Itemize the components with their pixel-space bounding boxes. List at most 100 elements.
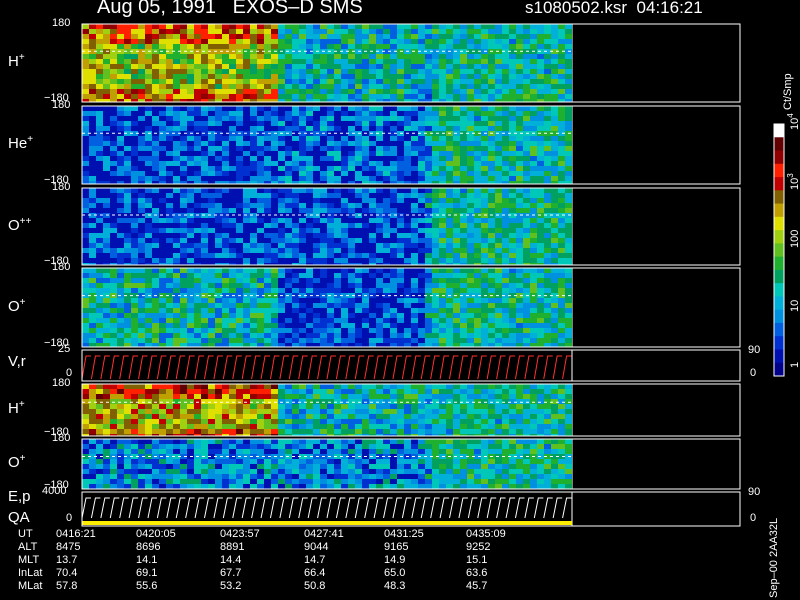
footer-value: 45.7	[466, 580, 488, 592]
footer-value: 15.1	[466, 554, 488, 566]
footer-value: 8696	[136, 541, 161, 553]
colorbar-tick: 104	[786, 113, 800, 130]
footer-value: 65.0	[384, 567, 406, 579]
colorbar-segment	[774, 269, 784, 284]
colorbar-segment	[774, 137, 784, 152]
footer-row-alt: ALT 8475 8696 8891 9044 9165 9252	[0, 541, 760, 554]
footer-value: 9252	[466, 541, 491, 553]
footer-value: 9044	[304, 541, 329, 553]
footer-row-name: InLat	[18, 567, 43, 579]
footer-row-ut: UT 0416:21 0420:05 0423:57 0427:41 0431:25 043…	[0, 528, 760, 541]
y-tick-top: 180	[52, 99, 71, 111]
footer-value: 0416:21	[56, 528, 96, 540]
colorbar-segment	[774, 309, 784, 324]
footer-value: 14.1	[136, 554, 158, 566]
footer-value: 0435:09	[466, 528, 506, 540]
footer-value: 67.7	[220, 567, 242, 579]
side-label: Sep–00 2AA32L	[768, 517, 780, 598]
colorbar-segment	[774, 150, 784, 165]
colorbar-segment	[774, 230, 784, 244]
colorbar-tick: 10	[789, 300, 800, 312]
footer-value: 0427:41	[304, 528, 344, 540]
colorbar-segment	[774, 190, 784, 205]
footer-value: 0420:05	[136, 528, 176, 540]
colorbar-segment	[774, 362, 784, 377]
y-tick-top: 180	[52, 181, 71, 193]
footer-value: 14.4	[220, 554, 242, 566]
panel-labels: H+ 180 −180 He+ 180 −180 O++ 180 −180 O+ 180 −180 V,…	[0, 0, 800, 600]
panel-label-top: E,p	[8, 488, 31, 505]
species-label: H	[8, 53, 19, 70]
colorbar-segment	[774, 349, 784, 364]
charge-label: +	[19, 296, 26, 308]
colorbar-segment	[774, 203, 784, 218]
y-tick-top: 25	[58, 343, 71, 355]
colorbar-tick: 100	[789, 230, 800, 248]
footer-value: 8475	[56, 541, 81, 553]
footer-row-mlat: MLat 57.8 55.6 53.2 50.8 48.3 45.7	[0, 580, 760, 593]
y-tick-right-top: 90	[748, 486, 761, 498]
panel-label-6: O+	[8, 453, 26, 472]
panel-label-5: H+	[8, 399, 25, 418]
colorbar-segment	[774, 296, 784, 311]
colorbar: 1 10 100 103 104	[773, 113, 800, 377]
footer-value: 0431:25	[384, 528, 424, 540]
footer-value: 69.1	[136, 567, 158, 579]
footer-value: 50.8	[304, 580, 326, 592]
footer-value: 14.7	[304, 554, 326, 566]
colorbar-segment	[774, 256, 784, 271]
panel-label-2: O++	[8, 215, 32, 234]
footer-value: 57.8	[56, 580, 78, 592]
y-tick-top: 180	[52, 377, 71, 389]
footer-value: 13.7	[56, 554, 78, 566]
y-tick-right-top: 90	[748, 344, 761, 356]
y-tick-top: 180	[52, 261, 71, 273]
panel-label-4: V,r	[8, 353, 26, 370]
y-tick-top: 180	[52, 432, 71, 444]
footer-value: 48.3	[384, 580, 406, 592]
colorbar-segment	[774, 322, 784, 337]
charge-label: +	[27, 134, 34, 145]
footer-value: 55.6	[136, 580, 158, 592]
panel-label-0: H+	[8, 52, 25, 71]
footer-row-inlat: InLat 70.4 69.1 67.7 66.4 65.0 63.6	[0, 567, 760, 580]
colorbar-tick: 103	[786, 173, 800, 190]
charge-label: +	[18, 52, 25, 63]
y-tick-right-bottom: 0	[750, 512, 757, 524]
species-label: He	[8, 135, 28, 152]
charge-label: ++	[19, 215, 32, 227]
footer-value: 63.6	[466, 567, 488, 579]
panel-label-1: He+	[8, 134, 34, 153]
footer-value: 66.4	[304, 567, 326, 579]
footer-value: 9165	[384, 541, 409, 553]
colorbar-segment	[774, 216, 784, 231]
species-label: H	[8, 400, 19, 417]
colorbar-tick: 1	[789, 362, 800, 368]
colorbar-segment	[774, 243, 784, 258]
footer-value: 8891	[220, 541, 245, 553]
footer-row-name: MLat	[18, 580, 43, 592]
footer-row-name: ALT	[18, 541, 38, 553]
orbit-footer: UT 0416:21 0420:05 0423:57 0427:41 0431:25 043…	[0, 528, 760, 600]
footer-value: 53.2	[220, 580, 242, 592]
y-tick-bottom: 0	[66, 512, 73, 524]
y-tick-right-bottom: 0	[750, 367, 757, 379]
footer-row-mlt: MLT 13.7 14.1 14.4 14.7 14.9 15.1	[0, 554, 760, 567]
y-tick-top: 4000	[42, 485, 67, 497]
charge-label: +	[19, 453, 26, 464]
colorbar-segment	[774, 283, 784, 297]
colorbar-segment	[774, 163, 784, 178]
species-label: O	[8, 454, 20, 471]
species-label: O	[8, 216, 20, 234]
colorbar-segment	[774, 124, 784, 138]
colorbar-segment	[774, 177, 784, 191]
footer-row-name: MLT	[18, 554, 40, 566]
footer-value: 0423:57	[220, 528, 260, 540]
species-label: O	[8, 297, 20, 315]
panel-label-3: O+	[8, 296, 26, 315]
panel-label-bottom: QA	[8, 509, 30, 526]
colorbar-segment	[774, 336, 784, 350]
footer-row-name: UT	[18, 528, 33, 540]
footer-value: 14.9	[384, 554, 406, 566]
charge-label: +	[18, 399, 25, 410]
